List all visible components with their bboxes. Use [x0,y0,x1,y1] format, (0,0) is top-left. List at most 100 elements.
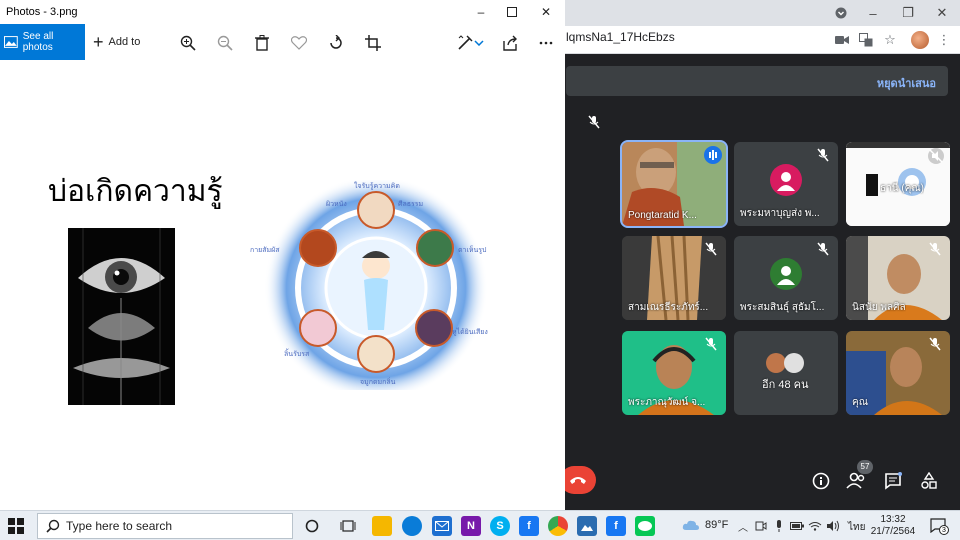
participant-tile[interactable]: นิสนัย พลศิล [846,236,950,320]
input-language-indicator[interactable]: ไทย [848,520,865,535]
end-call-button[interactable] [560,466,596,494]
chrome-menu-icon[interactable]: ⋮ [934,30,954,50]
notification-center-button[interactable]: 3 [930,517,949,535]
taskbar-search[interactable] [37,513,293,539]
mic-off-icon [928,242,944,258]
address-bar[interactable]: lqmsNa1_17HcEbzs [566,30,675,44]
start-button[interactable] [8,518,24,534]
microphone-icon[interactable] [772,519,786,533]
participant-tile-self[interactable]: คุณ [846,331,950,415]
rotate-button[interactable] [325,32,347,54]
activities-button[interactable] [918,470,940,492]
edge-icon[interactable] [402,516,422,536]
maximize-icon [507,7,517,17]
presentation-banner: หยุดนำเสนอ [566,66,948,96]
cortana-button[interactable] [302,516,322,536]
chrome-profile-dropdown-icon[interactable] [826,0,856,26]
clock-date: 21/7/2564 [870,526,916,537]
crop-button[interactable] [362,32,384,54]
battery-icon[interactable] [790,519,804,533]
participant-avatar [770,258,802,290]
stop-presenting-button[interactable]: หยุดนำเสนอ [877,74,936,92]
close-button[interactable]: ✕ [531,2,561,22]
participant-avatar [770,164,802,196]
minimize-button[interactable]: – [466,2,496,22]
edit-dropdown-button[interactable] [472,32,486,54]
facebook-icon[interactable]: f [519,516,539,536]
people-button[interactable] [845,470,867,492]
profile-avatar[interactable] [911,31,929,49]
camera-icon[interactable] [832,30,852,50]
chevron-down-icon [474,40,484,46]
meeting-info-button[interactable] [810,470,832,492]
mic-off-icon [928,148,944,164]
line-icon[interactable] [635,516,655,536]
photos-toolbar: See all photos + Add to [0,24,565,60]
favorite-button[interactable] [288,32,310,54]
participant-tile[interactable]: พระภาณุวัฒน์ จ... [622,331,726,415]
maximize-button[interactable] [497,2,527,22]
wheel-label: ศีลธรรม [398,200,423,208]
search-input[interactable] [66,519,286,533]
facebook-icon[interactable]: f [606,516,626,536]
mic-off-icon [704,337,720,353]
window-title: Photos - 3.png [6,6,78,18]
zoom-out-button[interactable] [214,32,236,54]
rotate-icon [330,35,342,49]
skype-icon[interactable]: S [490,516,510,536]
more-options-button[interactable] [535,32,557,54]
task-view-button[interactable] [338,516,358,536]
see-all-photos-button[interactable]: See all photos [0,24,85,60]
file-explorer-icon[interactable] [372,516,392,536]
participant-tile[interactable]: พระสมสินธุ์ สุธัมโ... [734,236,838,320]
chat-icon [885,472,902,490]
meet-tray-icon[interactable] [754,519,768,533]
onenote-icon[interactable]: N [461,516,481,536]
volume-icon[interactable] [826,519,840,533]
mic-off-icon [704,242,720,258]
participant-tile[interactable]: พระมหาบุญส่ง พ... [734,142,838,226]
bookmark-star-icon[interactable]: ☆ [880,30,900,50]
wheel-label: ตาเห็นรูป [458,245,487,254]
participant-tile-presentation[interactable]: ธานี (คุณ) [846,142,950,226]
search-icon [46,519,60,533]
weather-widget[interactable]: 89°F [682,519,728,531]
info-icon [812,472,830,490]
participant-name: สามเณรธีระภัทร์... [628,302,709,313]
mic-off-icon [928,337,944,353]
delete-button[interactable] [251,32,273,54]
participant-tile[interactable]: สามเณรธีระภัทร์... [622,236,726,320]
crop-icon [365,35,381,51]
zoom-in-button[interactable] [177,32,199,54]
weather-temperature: 89°F [705,519,729,531]
windows-logo-icon [8,518,24,534]
show-hidden-icons-chevron-icon[interactable]: ︿ [736,519,750,534]
chat-button[interactable] [882,470,904,492]
participant-name: พระภาณุวัฒน์ จ... [628,397,706,408]
chrome-icon[interactable] [548,516,568,536]
wifi-icon[interactable] [808,519,822,533]
cloud-icon [682,520,699,530]
mic-off-icon [816,148,832,164]
share-button[interactable] [499,32,521,54]
photos-app-icon[interactable] [577,516,597,536]
trash-icon [255,35,269,51]
participant-tile-others[interactable]: อีก 48 คน [734,331,838,415]
clock-time: 13:32 [880,514,906,525]
participant-tile[interactable]: Pongtaratid K... [620,140,728,228]
slide-title: บ่อเกิดความรู้ [48,174,223,209]
chrome-restore-button[interactable]: ❐ [893,0,923,26]
participant-name: คุณ [852,397,868,408]
wheel-label: ใจรับรู้ความคิด [354,181,400,190]
participant-name: พระสมสินธุ์ สุธัมโ... [740,302,825,313]
participant-name: ธานี (คุณ) [880,183,924,194]
mail-icon[interactable] [432,516,452,536]
chrome-minimize-button[interactable]: – [858,0,888,26]
people-icon [846,472,865,489]
translate-icon[interactable] [856,30,876,50]
eye-artwork-image [68,228,175,405]
taskbar-clock[interactable]: 13:32 21/7/2564 [870,514,916,538]
chrome-close-button[interactable]: ✕ [927,0,957,26]
participant-name: พระมหาบุญส่ง พ... [740,208,820,219]
add-to-button[interactable]: + Add to [93,24,140,60]
